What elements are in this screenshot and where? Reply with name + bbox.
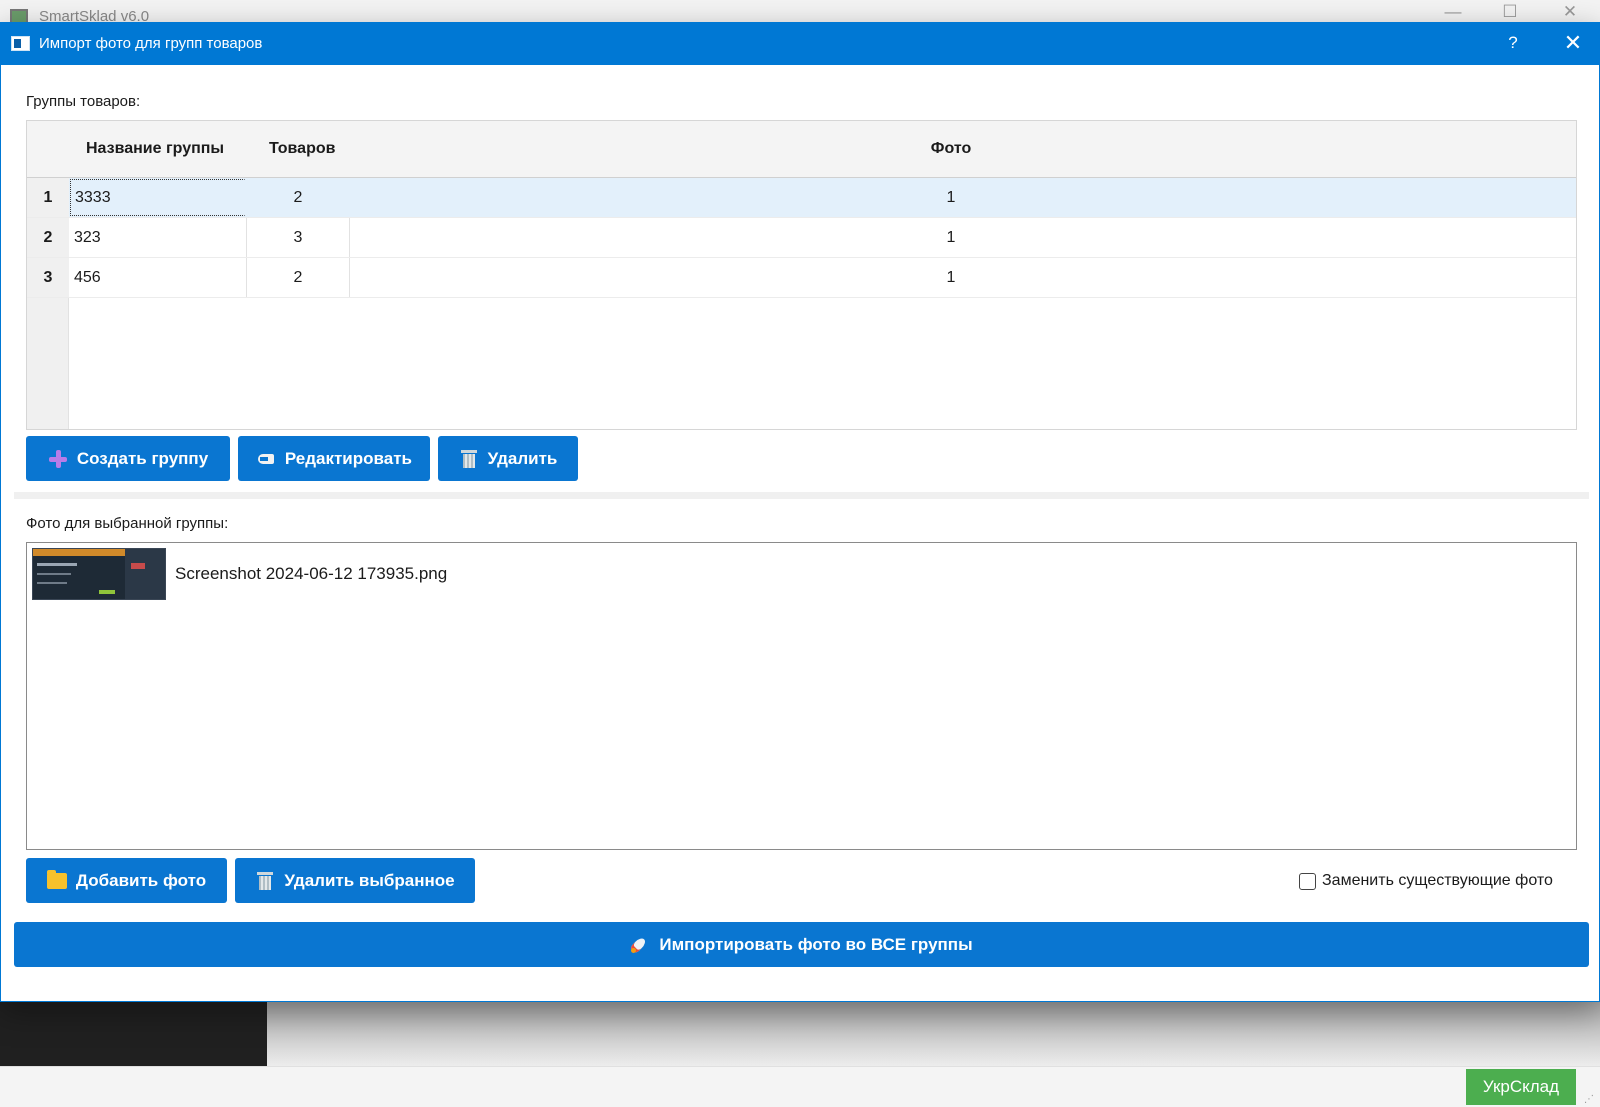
photo-list[interactable]: Screenshot 2024-06-12 173935.png [26, 542, 1577, 850]
delete-group-label: Удалить [487, 448, 558, 468]
import-all-label: Импортировать фото во ВСЕ группы [659, 934, 973, 954]
groups-table: Название группы Товаров Фото 1 3333 2 1 … [26, 120, 1577, 430]
row-number: 3 [27, 258, 69, 297]
photos-section-label: Фото для выбранной группы: [26, 515, 229, 532]
dialog-title: Импорт фото для групп товаров [39, 35, 263, 52]
cell-count[interactable]: 3 [247, 218, 350, 257]
cell-name[interactable]: 323 [70, 218, 247, 257]
delete-group-button[interactable]: Удалить [438, 436, 578, 481]
status-bar [0, 1066, 1600, 1107]
folder-icon [46, 869, 67, 891]
edit-group-label: Редактировать [284, 448, 412, 468]
dialog-titlebar: Импорт фото для групп товаров ? ✕ [1, 23, 1599, 65]
edit-group-button[interactable]: Редактировать [238, 436, 430, 481]
column-header-count[interactable]: Товаров [269, 140, 335, 158]
cell-photo[interactable]: 1 [907, 218, 995, 257]
table-row[interactable]: 2 323 3 1 [27, 218, 1576, 258]
maximize-button[interactable]: ☐ [1500, 3, 1520, 20]
replace-existing-label: Заменить существующие фото [1322, 872, 1553, 889]
resize-grip[interactable]: ⋰ [1584, 1094, 1596, 1106]
column-header-name[interactable]: Название группы [86, 140, 224, 158]
close-button[interactable]: ✕ [1559, 29, 1587, 57]
list-item[interactable]: Screenshot 2024-06-12 173935.png [32, 547, 447, 600]
help-button[interactable]: ? [1501, 31, 1525, 55]
row-number: 1 [27, 178, 69, 217]
delete-selected-photo-button[interactable]: Удалить выбранное [235, 858, 475, 903]
import-all-button[interactable]: Импортировать фото во ВСЕ группы [14, 922, 1589, 967]
replace-existing-option[interactable]: Заменить существующие фото [1299, 869, 1553, 893]
minimize-button[interactable]: — [1443, 3, 1463, 20]
rocket-icon [630, 935, 650, 955]
add-photo-button[interactable]: Добавить фото [26, 858, 227, 903]
pencil-icon [256, 449, 276, 469]
cell-name[interactable]: 3333 [70, 179, 245, 216]
brand-badge[interactable]: УкрСклад [1466, 1069, 1576, 1105]
photo-filename: Screenshot 2024-06-12 173935.png [175, 563, 448, 583]
delete-selected-label: Удалить выбранное [284, 870, 455, 890]
table-row[interactable]: 1 3333 2 1 [27, 178, 1576, 218]
groups-section-label: Группы товаров: [26, 93, 141, 110]
cell-count[interactable]: 2 [247, 258, 350, 297]
background-window-titlebar: SmartSklad v6.0 — ☐ ✕ [0, 0, 1600, 25]
trash-icon [459, 449, 479, 469]
cell-count[interactable]: 2 [247, 178, 350, 217]
import-photos-dialog: Импорт фото для групп товаров ? ✕ Группы… [0, 22, 1600, 1002]
table-header: Название группы Товаров Фото [27, 121, 1576, 178]
background-close-button[interactable]: ✕ [1560, 3, 1580, 20]
replace-existing-checkbox[interactable] [1299, 872, 1316, 890]
cell-name[interactable]: 456 [70, 258, 247, 297]
cell-photo[interactable]: 1 [907, 258, 995, 297]
column-header-photo[interactable]: Фото [907, 140, 995, 158]
section-divider[interactable] [14, 492, 1589, 499]
trash-icon [255, 871, 275, 891]
create-group-label: Создать группу [76, 448, 209, 468]
add-photo-label: Добавить фото [75, 870, 207, 890]
plus-icon [48, 449, 68, 469]
window-icon [11, 36, 30, 51]
create-group-button[interactable]: Создать группу [26, 436, 230, 481]
table-row[interactable]: 3 456 2 1 [27, 258, 1576, 298]
row-number: 2 [27, 218, 69, 257]
image-thumbnail [32, 547, 166, 600]
cell-photo[interactable]: 1 [907, 178, 995, 217]
